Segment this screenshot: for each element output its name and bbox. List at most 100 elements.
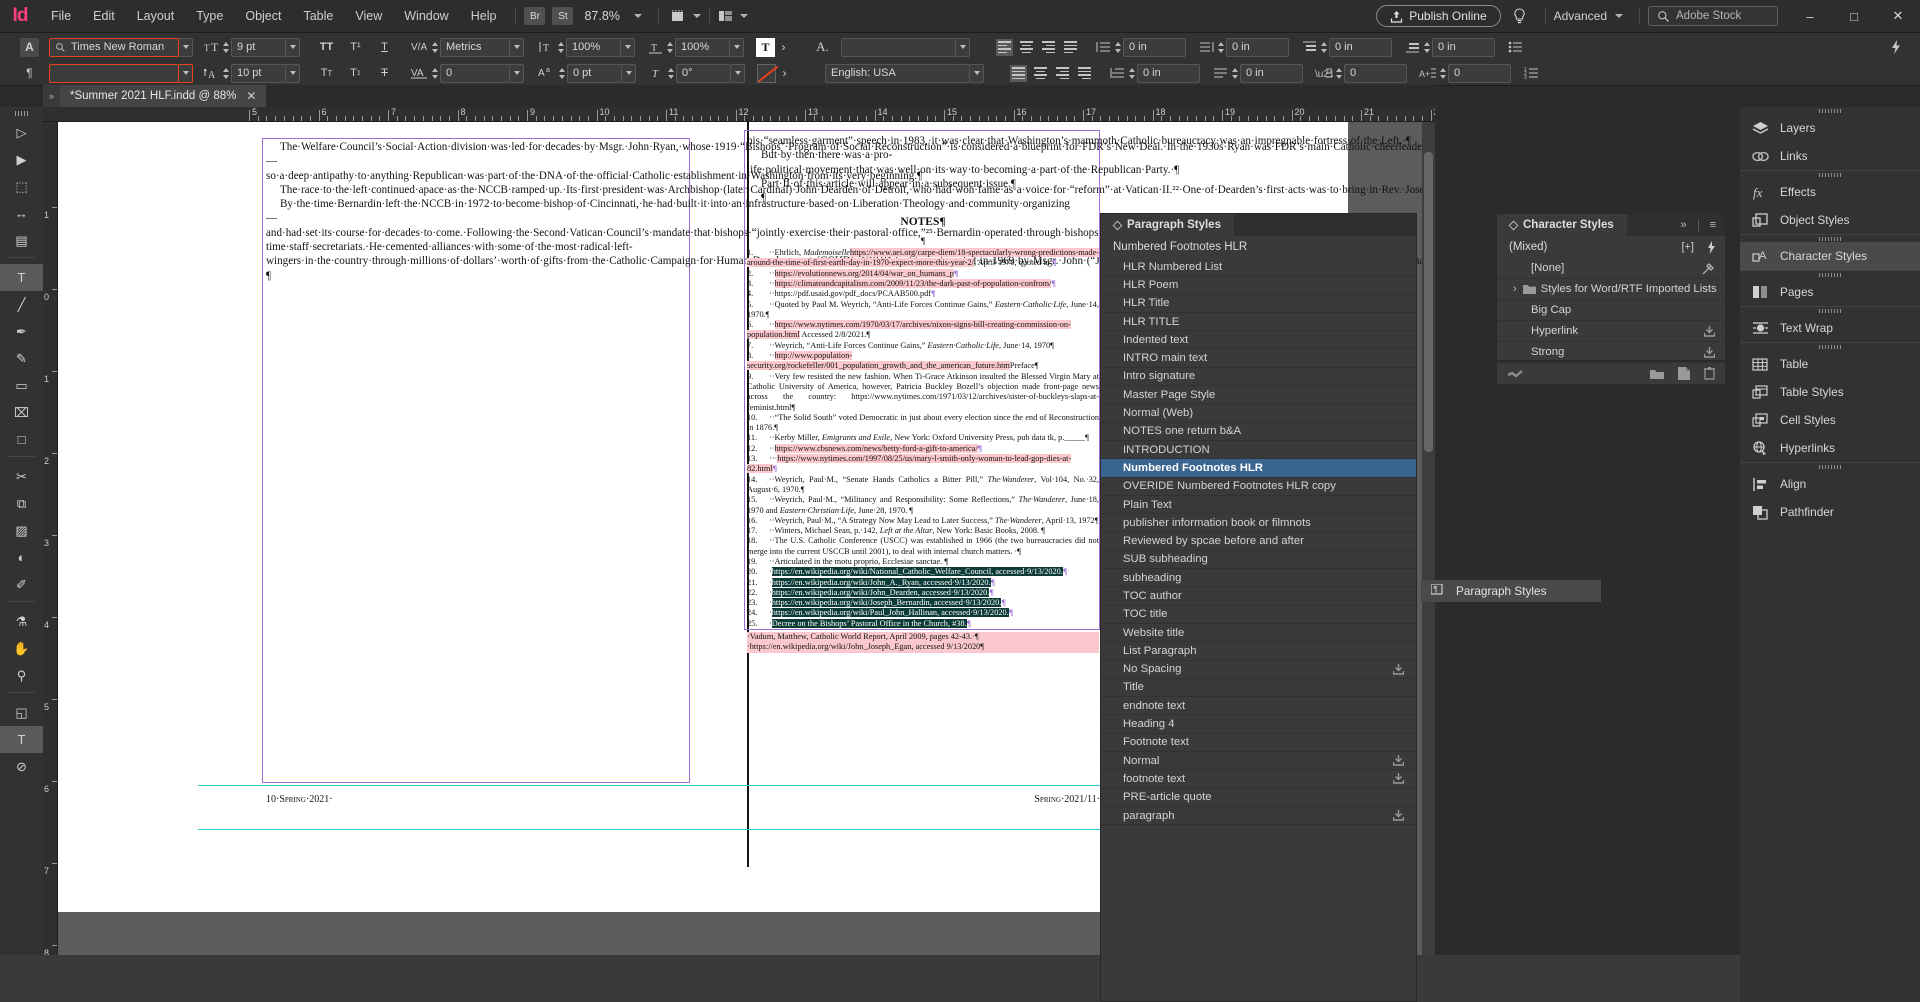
paragraph-style-item[interactable]: SUB subheading: [1101, 551, 1416, 570]
note-link-highlight[interactable]: https://en.wikipedia.org/wiki/John_Deard…: [771, 587, 990, 597]
gap-tool[interactable]: ↔: [0, 200, 43, 227]
menu-type[interactable]: Type: [185, 0, 234, 33]
publish-online-button[interactable]: Publish Online: [1376, 5, 1501, 27]
paragraph-style-field[interactable]: [49, 63, 179, 83]
note-link-highlight[interactable]: https://en.wikipedia.org/wiki/Paul_John_…: [771, 608, 1009, 618]
dock-item-pathfinder[interactable]: Pathfinder: [1740, 498, 1920, 526]
paragraph-formatting-icon[interactable]: ¶: [20, 64, 39, 83]
paragraph-style-item[interactable]: Indented text: [1101, 331, 1416, 350]
minimize-button[interactable]: –: [1788, 0, 1832, 33]
menu-object[interactable]: Object: [234, 0, 292, 33]
maximize-button[interactable]: □: [1832, 0, 1876, 33]
notes-list[interactable]: 1. ··Ehrlich, Mademoisellehttps://www.aei…: [747, 248, 1099, 629]
right-indent-field[interactable]: 0 in: [1226, 37, 1289, 57]
note-item[interactable]: 17. ··Winters, Michael Sean, p.·142, Left…: [747, 526, 1099, 536]
panel-collapse-icon[interactable]: [1112, 220, 1123, 230]
note-item[interactable]: 23. ·https://en.wikipedia.org/wiki/Joseph…: [747, 598, 1099, 608]
tools-collapse-button[interactable]: »: [43, 85, 60, 107]
note-item[interactable]: 19. ··Articulated in the motu proprio, Ec…: [747, 557, 1099, 567]
type-tool[interactable]: T: [0, 264, 43, 291]
workspace-switcher[interactable]: Advanced: [1554, 9, 1607, 23]
stroke-options-chevron-icon[interactable]: ›: [776, 63, 793, 83]
clear-overrides-icon[interactable]: [1706, 240, 1717, 254]
view-options-chevron-icon[interactable]: [692, 14, 701, 18]
scissors-tool[interactable]: ✂: [0, 463, 43, 490]
left-page-body-text[interactable]: The·Welfare·Council’s·Social·Action·divi…: [266, 140, 1435, 283]
paragraph-style-item[interactable]: subheading: [1101, 569, 1416, 588]
kerning-stepper[interactable]: [429, 38, 440, 57]
paragraph-style-item[interactable]: HLR Poem: [1101, 276, 1416, 295]
hand-tool[interactable]: ✋: [0, 635, 43, 662]
paragraph-style-item[interactable]: NOTES one return b&A: [1101, 423, 1416, 441]
new-style-group-icon[interactable]: [1650, 368, 1664, 380]
dock-item-hyperlinks[interactable]: Hyperlinks: [1740, 434, 1920, 462]
dock-item-links[interactable]: Links: [1740, 142, 1920, 170]
panel-expand-icon[interactable]: »: [1680, 219, 1686, 231]
dock-item-effects[interactable]: fx Effects: [1740, 178, 1920, 206]
after-notes-list[interactable]: ·Vadum, Matthew, Catholic World Report, …: [747, 632, 1099, 653]
paragraph-style-item[interactable]: Plain Text: [1101, 496, 1416, 515]
dock-item-object-styles[interactable]: Object Styles: [1740, 206, 1920, 234]
free-transform-tool[interactable]: ⧉: [0, 490, 43, 517]
menu-window[interactable]: Window: [393, 0, 459, 33]
dock-item-align[interactable]: Align: [1740, 470, 1920, 498]
note-link-highlight[interactable]: https://www.nytimes.com/1970/03/17/archi…: [747, 320, 1071, 340]
new-style-button[interactable]: [+]: [1681, 241, 1694, 253]
first-line-indent-field[interactable]: 0 in: [1137, 63, 1200, 83]
vertical-scrollbar[interactable]: [1422, 122, 1435, 1002]
paragraph-style-item[interactable]: endnote text: [1101, 697, 1416, 716]
paragraph-style-item[interactable]: Reviewed by spcae before and after: [1101, 532, 1416, 551]
panel-collapse-icon-2[interactable]: [1508, 220, 1519, 230]
note-item[interactable]: 9. ··Very few resisted the new fashion. W…: [747, 372, 1099, 413]
paragraph-style-item[interactable]: List Paragraph: [1101, 642, 1416, 661]
note-tool[interactable]: ✐: [0, 571, 43, 598]
strikethrough-icon[interactable]: T: [376, 63, 393, 83]
after-note-item[interactable]: ·https://en.wikipedia.org/wiki/John_Jose…: [747, 642, 1099, 653]
note-item[interactable]: 20. ·https://en.wikipedia.org/wiki/Nation…: [747, 567, 1099, 577]
left-indent-stepper[interactable]: [1112, 38, 1123, 57]
pencil-tool[interactable]: ✎: [0, 345, 43, 372]
baseline-shift-dropdown-icon[interactable]: [622, 63, 636, 83]
justify-all-lines-button[interactable]: [1010, 64, 1027, 82]
note-item[interactable]: 5. ··Quoted by Paul M. Weyrich, “Anti-Lif…: [747, 300, 1099, 321]
drop-cap-chars-field[interactable]: 0: [1448, 63, 1511, 83]
paragraph-style-item[interactable]: PRE-article quote: [1101, 789, 1416, 807]
menu-help[interactable]: Help: [460, 0, 508, 33]
small-caps-icon[interactable]: TT: [318, 63, 335, 83]
numbered-list-icon[interactable]: 123: [1523, 63, 1540, 83]
paragraph-style-item[interactable]: HLR TITLE: [1101, 313, 1416, 332]
bulleted-list-icon[interactable]: [1507, 37, 1524, 57]
eyedropper-tool[interactable]: ⚗: [0, 608, 43, 635]
note-link-highlight[interactable]: https://evolutionnews.org/2014/04/war_on…: [774, 268, 954, 278]
paragraph-style-item[interactable]: Footnote text: [1101, 734, 1416, 753]
menu-edit[interactable]: Edit: [82, 0, 126, 33]
tracking-field[interactable]: 0: [440, 63, 510, 83]
character-style-field[interactable]: [841, 37, 956, 57]
paragraph-style-item[interactable]: INTRO main text: [1101, 349, 1416, 368]
gradient-feather-tool[interactable]: ◐: [0, 544, 43, 571]
note-item[interactable]: 18. ··The U.S. Catholic Conference (USCC)…: [747, 536, 1099, 557]
zoom-tool[interactable]: ⚲: [0, 662, 43, 689]
character-styles-list[interactable]: [None] › Styles for Word/RTF Imported List…: [1497, 258, 1725, 363]
document-tab-close-icon[interactable]: ✕: [246, 89, 256, 103]
vertical-scale-stepper[interactable]: [555, 38, 566, 57]
note-item[interactable]: 15. ··Weyrich, Paul·M., “Militancy and Re…: [747, 495, 1099, 516]
character-style-item[interactable]: [None]: [1497, 258, 1725, 279]
view-options-icon[interactable]: [671, 9, 701, 23]
document-tab[interactable]: *Summer 2021 HLF.indd @ 88% ✕: [60, 85, 267, 107]
note-link-highlight[interactable]: http://www.population-security.org/rocke…: [747, 351, 1010, 371]
all-caps-icon[interactable]: TT: [318, 37, 335, 57]
kerning-dropdown-icon[interactable]: [510, 37, 524, 57]
screen-mode-chevron-icon[interactable]: [739, 14, 748, 18]
apply-none[interactable]: ⊘: [0, 753, 43, 780]
align-left-button[interactable]: [996, 38, 1013, 56]
content-collector-tool[interactable]: ▤: [0, 227, 43, 254]
font-family-dropdown-icon[interactable]: [179, 37, 193, 57]
pen-tool[interactable]: ✒: [0, 318, 43, 345]
font-size-field[interactable]: 9 pt: [231, 37, 286, 57]
paragraph-style-item[interactable]: publisher information book or filmnots: [1101, 514, 1416, 533]
skew-field[interactable]: 0°: [676, 63, 731, 83]
menu-table[interactable]: Table: [292, 0, 344, 33]
underline-icon[interactable]: T: [376, 37, 393, 57]
screen-mode-icon[interactable]: [718, 9, 748, 23]
